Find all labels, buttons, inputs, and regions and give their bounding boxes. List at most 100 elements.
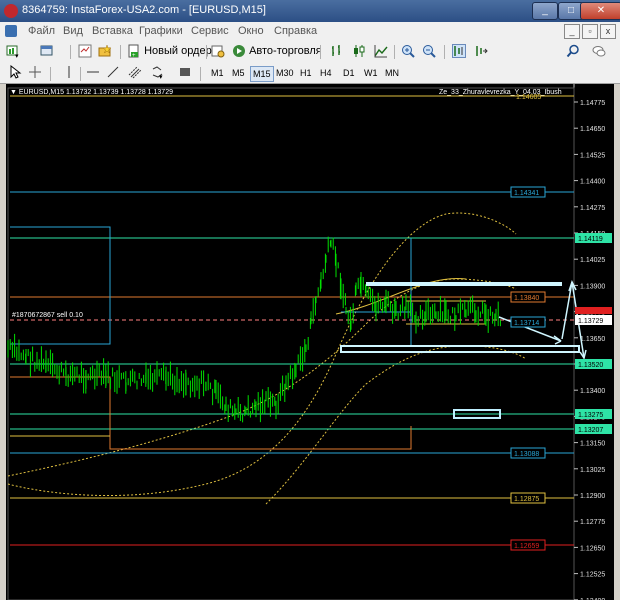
price-tick-label: 1.14775 bbox=[580, 100, 605, 107]
price-tick-label: 1.12650 bbox=[580, 545, 605, 552]
indicator-label: Ze_33_Zhuravlevrezka_Y_04.03_Ibush bbox=[439, 89, 562, 96]
timeframe-h4[interactable]: H4 bbox=[318, 66, 334, 80]
mdi-close-button[interactable]: x bbox=[600, 24, 616, 39]
new-order-button[interactable]: + Новый ордер bbox=[127, 44, 212, 60]
separator bbox=[70, 45, 71, 59]
timeframe-m1[interactable]: M1 bbox=[209, 66, 226, 80]
autotrade-button[interactable]: Авто-торговля bbox=[232, 44, 322, 60]
mdi-restore-button[interactable]: ▫ bbox=[582, 24, 598, 39]
price-tick-label: 1.14400 bbox=[580, 179, 605, 186]
crosshair-icon bbox=[29, 66, 41, 78]
axis-tag-ask bbox=[575, 307, 612, 314]
timeframe-m5[interactable]: M5 bbox=[230, 66, 247, 80]
equidistant-channel-icon bbox=[128, 66, 142, 79]
level-label-13840: 1.13840 bbox=[514, 295, 539, 302]
search-button[interactable] bbox=[566, 44, 580, 60]
close-button[interactable]: ✕ bbox=[580, 2, 620, 20]
star-folder-icon bbox=[98, 44, 112, 57]
channel-button[interactable] bbox=[128, 65, 142, 81]
vertical-line-icon bbox=[68, 66, 70, 78]
menu-view[interactable]: Вид bbox=[63, 25, 83, 37]
lower-envelope-line bbox=[265, 345, 527, 505]
price-tick-label: 1.13900 bbox=[580, 283, 605, 290]
autotrade-icon bbox=[233, 45, 245, 57]
price-chart[interactable]: 1.14775 1.14650 1.14525 1.14400 1.14275 1.141… bbox=[6, 84, 614, 600]
candlestick-icon bbox=[354, 45, 365, 57]
navigator-button[interactable] bbox=[98, 44, 112, 60]
axis-label-13275: 1.13275 bbox=[578, 412, 603, 419]
separator bbox=[444, 45, 445, 59]
shapes-icon: ▾ bbox=[152, 66, 163, 79]
svg-text:▾: ▾ bbox=[159, 74, 163, 79]
axis-label-13729: 1.13729 bbox=[578, 318, 603, 325]
chart-canvas[interactable]: 1.14775 1.14650 1.14525 1.14400 1.14275 1.141… bbox=[6, 84, 614, 600]
horizontal-line-button[interactable] bbox=[86, 65, 100, 81]
candle-chart-button[interactable] bbox=[352, 44, 366, 60]
menu-help[interactable]: Справка bbox=[274, 25, 317, 37]
menu-tools[interactable]: Сервис bbox=[191, 25, 229, 37]
separator bbox=[80, 67, 81, 81]
drawing-toolbar: ▾ M1 M5 M15 M30 H1 H4 D1 W1 MN bbox=[0, 63, 620, 84]
separator bbox=[120, 45, 121, 59]
price-tick-label: 1.14275 bbox=[580, 205, 605, 212]
trendline-button[interactable] bbox=[106, 65, 120, 81]
autoscroll-icon bbox=[476, 46, 488, 56]
timeframe-m15[interactable]: M15 bbox=[250, 66, 274, 82]
timeframe-mn[interactable]: MN bbox=[383, 66, 401, 80]
axis-label-13207: 1.13207 bbox=[578, 427, 603, 434]
separator bbox=[320, 45, 321, 59]
level-label-12659: 1.12659 bbox=[514, 543, 539, 550]
timeframe-w1[interactable]: W1 bbox=[362, 66, 380, 80]
chart-shift-button[interactable] bbox=[452, 44, 466, 60]
meta-editor-icon bbox=[211, 45, 225, 58]
autoscroll-button[interactable] bbox=[474, 44, 488, 60]
chat-icon bbox=[592, 46, 606, 57]
chat-button[interactable] bbox=[592, 44, 606, 60]
order-label: #1870672867 sell 0.10 bbox=[12, 312, 83, 319]
menu-window[interactable]: Окно bbox=[238, 25, 264, 37]
menu-charts[interactable]: Графики bbox=[139, 25, 183, 37]
market-watch-button[interactable] bbox=[78, 44, 92, 60]
level-label-14341: 1.14341 bbox=[514, 190, 539, 197]
price-tick-label: 1.14525 bbox=[580, 152, 605, 159]
level-label-13088: 1.13088 bbox=[514, 451, 539, 458]
new-order-label: Новый ордер bbox=[144, 45, 212, 57]
axis-label-13520: 1.13520 bbox=[578, 362, 603, 369]
timeframe-m30[interactable]: M30 bbox=[274, 66, 296, 80]
menu-insert[interactable]: Вставка bbox=[92, 25, 133, 37]
search-icon bbox=[566, 44, 579, 58]
level-label-12875: 1.12875 bbox=[514, 496, 539, 503]
line-chart-icon bbox=[374, 45, 388, 58]
price-tick-label: 1.13025 bbox=[580, 467, 605, 474]
profiles-icon bbox=[40, 45, 53, 56]
price-tick-label: 1.13650 bbox=[580, 336, 605, 343]
new-chart-button[interactable]: ▾ bbox=[6, 44, 20, 60]
window-title: 8364759: InstaForex-USA2.com - [EURUSD,M… bbox=[22, 4, 266, 16]
chart-symbol-header: ▼ EURUSD,M15 1.13732 1.13739 1.13728 1.1… bbox=[10, 89, 173, 96]
horizontal-line-icon bbox=[87, 71, 99, 73]
templates-button[interactable] bbox=[178, 65, 192, 81]
cursor-button[interactable] bbox=[8, 65, 22, 81]
crosshair-button[interactable] bbox=[28, 65, 42, 81]
zoom-in-button[interactable] bbox=[401, 44, 415, 60]
bar-chart-button[interactable] bbox=[330, 44, 344, 60]
minimize-button[interactable]: _ bbox=[532, 2, 558, 20]
line-chart-button[interactable] bbox=[374, 44, 388, 60]
menu-bar: Файл Вид Вставка Графики Сервис Окно Спр… bbox=[0, 22, 620, 42]
timeframe-h1[interactable]: H1 bbox=[298, 66, 314, 80]
price-tick-label: 1.13150 bbox=[580, 441, 605, 448]
price-tick-label: 1.13400 bbox=[580, 388, 605, 395]
level-label-13714: 1.13714 bbox=[514, 320, 539, 327]
shapes-button[interactable]: ▾ bbox=[150, 65, 164, 81]
menu-file[interactable]: Файл bbox=[28, 25, 55, 37]
bar-chart-icon bbox=[332, 45, 340, 56]
meta-editor-button[interactable] bbox=[211, 44, 225, 60]
timeframe-d1[interactable]: D1 bbox=[341, 66, 357, 80]
forecast-zone-bottom bbox=[340, 345, 580, 353]
mdi-minimize-button[interactable]: _ bbox=[564, 24, 580, 39]
profiles-button[interactable] bbox=[40, 44, 54, 60]
svg-text:▾: ▾ bbox=[15, 53, 19, 58]
zoom-out-icon bbox=[423, 45, 436, 58]
vertical-line-button[interactable] bbox=[62, 65, 76, 81]
zoom-out-button[interactable] bbox=[422, 44, 436, 60]
